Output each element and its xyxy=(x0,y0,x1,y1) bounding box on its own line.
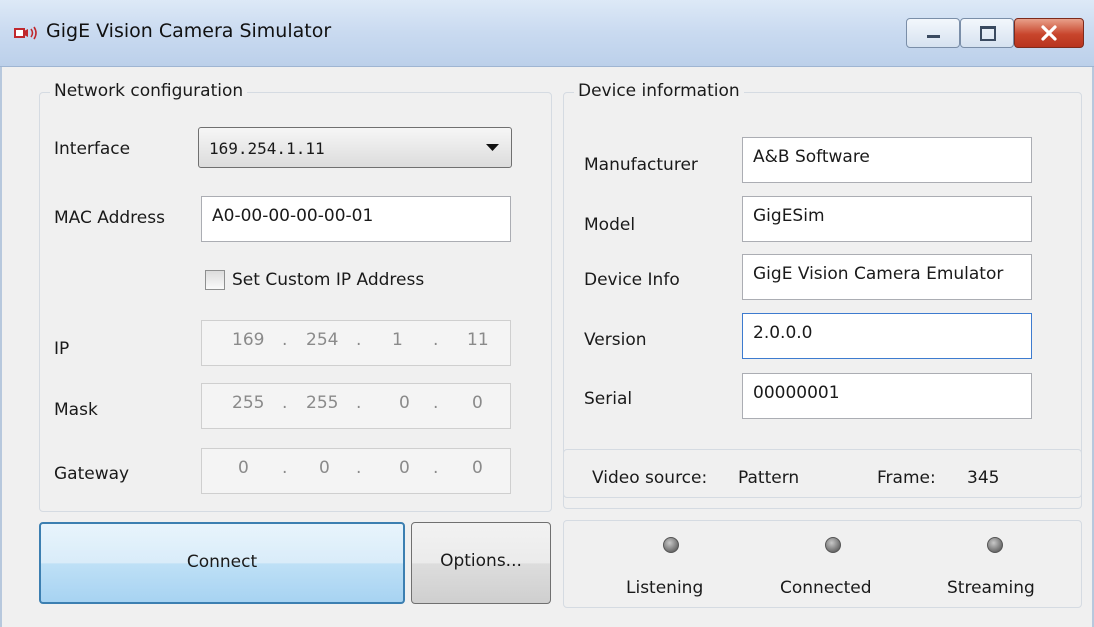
ip-dot: . xyxy=(282,330,288,350)
interface-select[interactable]: 169.254.1.11 xyxy=(198,127,512,168)
title-bar[interactable]: GigE Vision Camera Simulator xyxy=(0,0,1094,67)
chevron-down-icon xyxy=(486,144,499,151)
ip-octet-3: 1 xyxy=(392,330,403,350)
mask-label: Mask xyxy=(54,400,98,420)
ip-label: IP xyxy=(54,339,70,359)
minimize-button[interactable] xyxy=(906,18,960,48)
model-field[interactable]: GigESim xyxy=(742,196,1032,242)
serial-field[interactable]: 00000001 xyxy=(742,373,1032,419)
gateway-dot: . xyxy=(282,458,288,478)
camera-signal-icon xyxy=(14,26,37,40)
video-source-value: Pattern xyxy=(738,468,800,488)
device-info-legend: Device information xyxy=(574,81,744,101)
mask-dot: . xyxy=(356,393,362,413)
ip-dot: . xyxy=(356,330,362,350)
ip-dot: . xyxy=(433,330,439,350)
model-label: Model xyxy=(584,215,636,235)
gateway-dot: . xyxy=(356,458,362,478)
frame-value: 345 xyxy=(967,468,1000,488)
connect-button[interactable]: Connect xyxy=(39,522,405,604)
streaming-label: Streaming xyxy=(947,578,1035,598)
ip-octet-1: 169 xyxy=(232,330,265,350)
options-button[interactable]: Options... xyxy=(411,522,551,604)
device-info-field[interactable]: GigE Vision Camera Emulator xyxy=(742,254,1032,300)
mask-octet-4: 0 xyxy=(472,393,483,413)
mac-address-label: MAC Address xyxy=(54,208,165,228)
maximize-button[interactable] xyxy=(960,18,1014,48)
close-icon xyxy=(1041,25,1057,41)
interface-select-value: 169.254.1.11 xyxy=(209,139,325,158)
device-info-label: Device Info xyxy=(584,270,680,290)
options-button-label: Options... xyxy=(440,551,522,571)
streaming-led-icon xyxy=(987,537,1003,553)
custom-ip-label: Set Custom IP Address xyxy=(232,270,425,290)
app-window: GigE Vision Camera Simulator Network con… xyxy=(0,0,1094,627)
custom-ip-checkbox[interactable] xyxy=(205,270,225,290)
version-label: Version xyxy=(584,330,647,350)
network-config-legend: Network configuration xyxy=(50,81,248,101)
listening-label: Listening xyxy=(626,578,704,598)
window-title: GigE Vision Camera Simulator xyxy=(46,20,332,42)
connected-led-icon xyxy=(825,537,841,553)
version-field[interactable]: 2.0.0.0 xyxy=(742,313,1032,359)
mask-field: 255 . 255 . 0 . 0 xyxy=(201,383,511,429)
mask-octet-3: 0 xyxy=(399,393,410,413)
serial-label: Serial xyxy=(584,389,633,409)
maximize-icon xyxy=(980,26,996,41)
manufacturer-field[interactable]: A&B Software xyxy=(742,137,1032,183)
mask-octet-1: 255 xyxy=(232,393,265,413)
ip-octet-2: 254 xyxy=(306,330,339,350)
gateway-octet-1: 0 xyxy=(238,458,249,478)
ip-octet-4: 11 xyxy=(467,330,489,350)
gateway-label: Gateway xyxy=(54,464,130,484)
mac-address-field[interactable]: A0-00-00-00-00-01 xyxy=(201,196,511,242)
gateway-dot: . xyxy=(433,458,439,478)
mask-octet-2: 255 xyxy=(306,393,339,413)
interface-label: Interface xyxy=(54,139,131,159)
gateway-field: 0 . 0 . 0 . 0 xyxy=(201,448,511,494)
ip-address-field: 169 . 254 . 1 . 11 xyxy=(201,320,511,366)
connect-button-label: Connect xyxy=(186,552,258,572)
gateway-octet-3: 0 xyxy=(399,458,410,478)
minimize-icon xyxy=(927,35,940,38)
listening-led-icon xyxy=(663,537,679,553)
frame-label: Frame: xyxy=(877,468,936,488)
video-source-label: Video source: xyxy=(592,468,708,488)
mask-dot: . xyxy=(433,393,439,413)
client-area: Network configuration Interface 169.254.… xyxy=(0,67,1094,627)
connected-label: Connected xyxy=(780,578,872,598)
manufacturer-label: Manufacturer xyxy=(584,155,698,175)
gateway-octet-4: 0 xyxy=(472,458,483,478)
gateway-octet-2: 0 xyxy=(319,458,330,478)
close-button[interactable] xyxy=(1014,18,1084,48)
mask-dot: . xyxy=(282,393,288,413)
